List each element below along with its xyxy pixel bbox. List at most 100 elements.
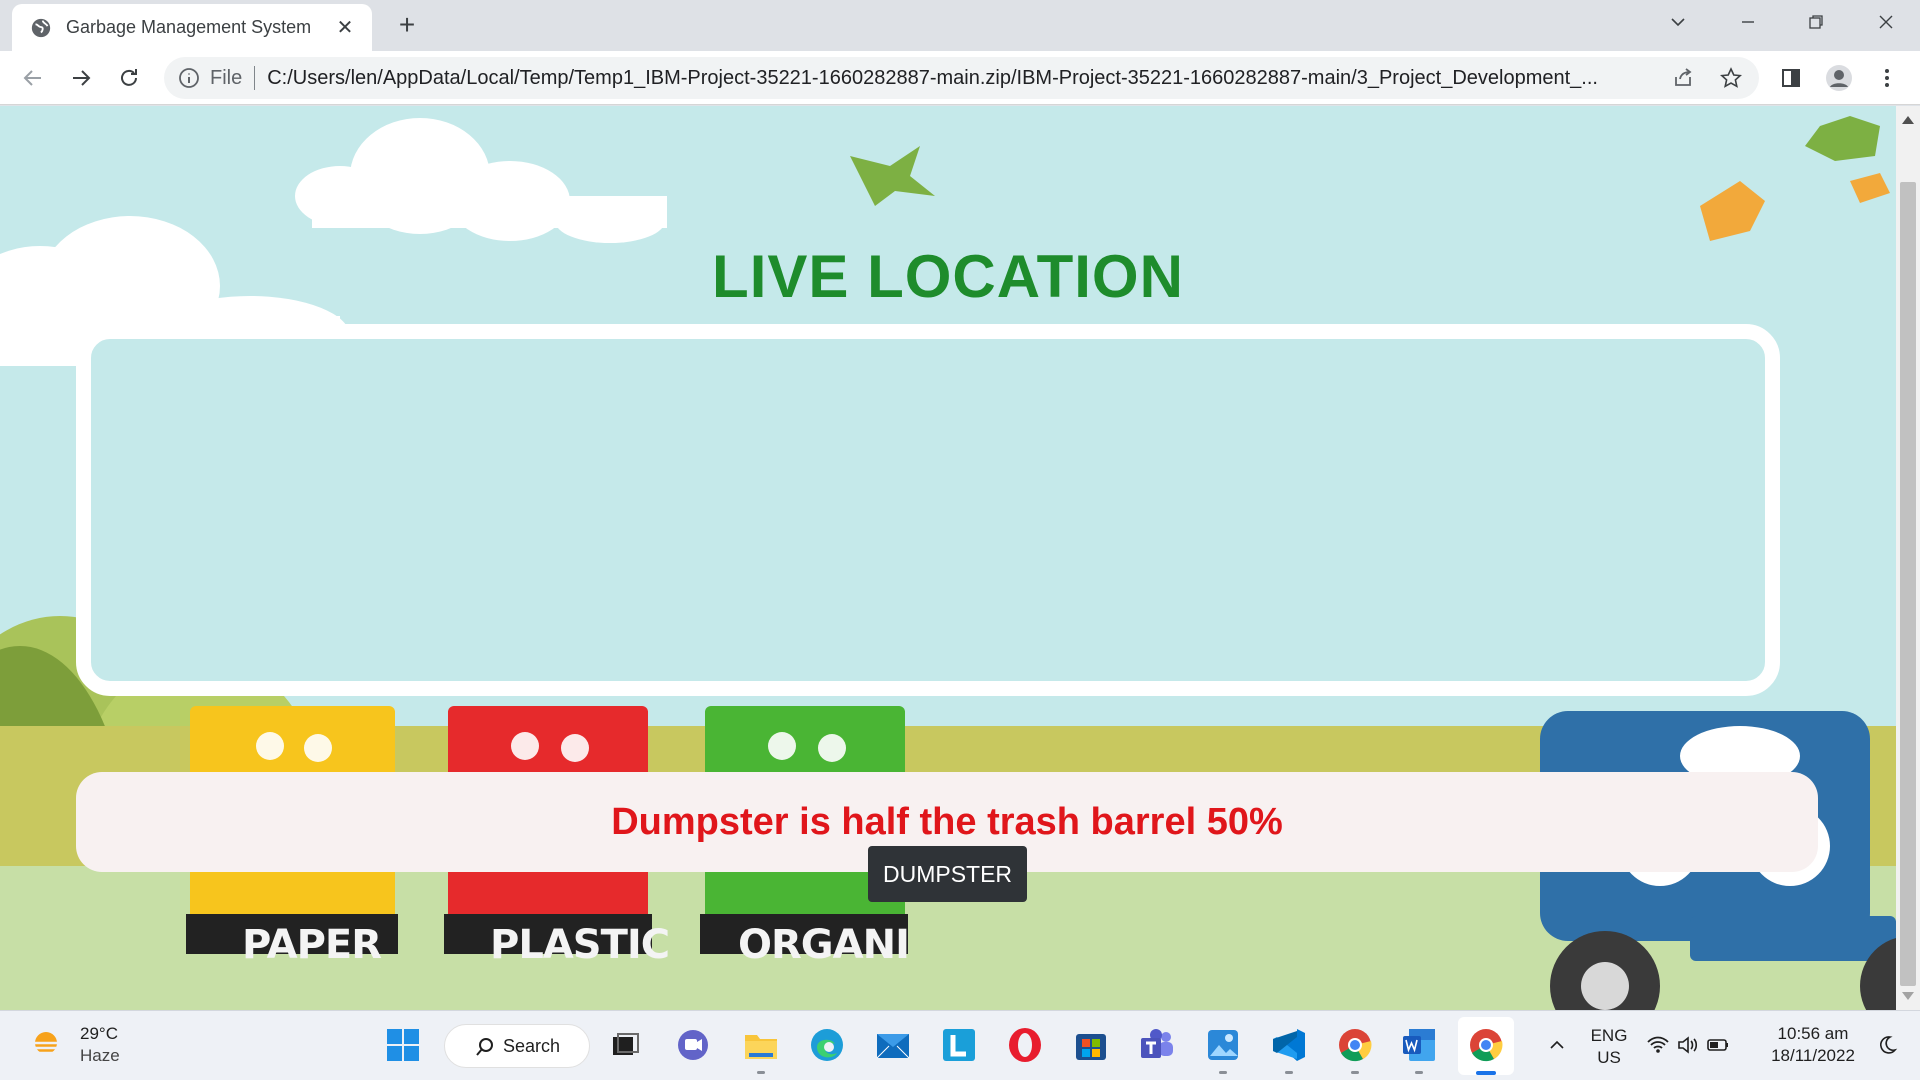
close-window-button[interactable] — [1852, 0, 1920, 44]
mail-icon — [876, 1034, 910, 1059]
minimize-button[interactable] — [1714, 0, 1782, 44]
running-indicator — [757, 1071, 765, 1074]
vscode-icon — [1273, 1029, 1305, 1061]
share-button[interactable] — [1666, 61, 1700, 95]
minimize-icon — [1742, 21, 1754, 23]
notifications-button[interactable] — [1866, 1024, 1908, 1066]
close-icon — [1879, 15, 1893, 29]
star-icon — [1720, 67, 1742, 88]
file-scheme-label: File — [210, 66, 243, 89]
running-indicator — [1285, 1071, 1293, 1074]
haze-sun-icon — [32, 1032, 60, 1055]
browser-tab[interactable]: Garbage Management System ✕ — [12, 4, 372, 51]
task-view-icon — [613, 1033, 639, 1055]
running-indicator — [1415, 1071, 1423, 1074]
tab-search-button[interactable] — [1644, 0, 1712, 44]
arrow-right-icon — [73, 70, 91, 86]
close-tab-icon[interactable]: ✕ — [332, 15, 358, 40]
region-label: US — [1597, 1048, 1621, 1067]
weather-description: Haze — [80, 1046, 120, 1065]
search-label: Search — [503, 1035, 561, 1056]
profile-button[interactable] — [1822, 61, 1856, 95]
clock-time: 10:56 am — [1777, 1024, 1849, 1043]
chat-button[interactable] — [672, 1024, 714, 1066]
show-hidden-icons-button[interactable] — [1536, 1024, 1578, 1066]
chevron-up-icon — [1550, 1040, 1564, 1049]
arrow-left-icon — [23, 70, 41, 86]
address-bar[interactable]: File C:/Users/len/AppData/Local/Temp/Tem… — [164, 57, 1759, 99]
start-button[interactable] — [382, 1024, 424, 1066]
browser-tab-strip: Garbage Management System ✕ + — [0, 0, 1920, 51]
paper-bin-label: PAPER — [242, 922, 382, 968]
menu-button[interactable] — [1870, 61, 1904, 95]
more-vert-icon — [1885, 69, 1889, 87]
store-icon — [1076, 1034, 1106, 1060]
restore-button[interactable] — [1782, 0, 1850, 44]
task-view-button[interactable] — [604, 1024, 646, 1066]
edge-button[interactable] — [806, 1024, 848, 1066]
quick-settings-button[interactable] — [1644, 1024, 1732, 1066]
store-button[interactable] — [1070, 1024, 1112, 1066]
opera-button[interactable] — [1004, 1024, 1046, 1066]
running-indicator — [1351, 1071, 1359, 1074]
clock[interactable]: 10:56 am 18/11/2022 — [1766, 1023, 1860, 1067]
chrome-active-icon — [1470, 1029, 1503, 1062]
chrome-button[interactable] — [1334, 1024, 1376, 1066]
word-button[interactable] — [1398, 1024, 1440, 1066]
active-indicator — [1476, 1071, 1496, 1075]
dumpster-tooltip: DUMPSTER — [868, 846, 1027, 902]
file-explorer-button[interactable] — [740, 1024, 782, 1066]
photos-button[interactable] — [1202, 1024, 1244, 1066]
live-location-map-frame[interactable] — [76, 324, 1780, 696]
photos-icon — [1208, 1030, 1238, 1060]
weather-widget[interactable]: 29°C Haze — [28, 1023, 120, 1067]
organic-bin-label: ORGANI — [738, 922, 910, 968]
l-app-icon — [943, 1029, 975, 1061]
reload-icon — [121, 69, 137, 86]
dumpster-status-text: Dumpster is half the trash barrel 50% — [611, 800, 1283, 843]
teams-button[interactable] — [1136, 1024, 1178, 1066]
battery-icon — [1707, 1039, 1728, 1051]
browser-toolbar: File C:/Users/len/AppData/Local/Temp/Tem… — [0, 51, 1920, 105]
chevron-down-icon — [1671, 18, 1685, 27]
tab-title: Garbage Management System — [66, 17, 312, 37]
forward-button[interactable] — [64, 61, 98, 95]
back-button[interactable] — [16, 61, 50, 95]
avatar-icon — [1826, 65, 1852, 91]
chrome-active-button[interactable] — [1465, 1024, 1507, 1066]
windows-taskbar: 29°C Haze Search ENG US 10:56 am 18/11/2… — [0, 1010, 1920, 1080]
moon-icon — [1880, 1036, 1898, 1054]
divider — [254, 66, 256, 90]
reload-button[interactable] — [112, 61, 146, 95]
opera-icon — [1009, 1028, 1041, 1062]
mail-button[interactable] — [872, 1024, 914, 1066]
search-icon — [476, 1038, 493, 1056]
language-label: ENG — [1590, 1026, 1628, 1045]
share-icon — [1675, 68, 1692, 86]
l-app-button[interactable] — [938, 1024, 980, 1066]
restore-icon — [1809, 15, 1823, 29]
volume-icon — [1678, 1036, 1698, 1054]
wifi-icon — [1647, 1036, 1669, 1053]
url-text[interactable]: C:/Users/len/AppData/Local/Temp/Temp1_IB… — [267, 67, 1662, 90]
scroll-down-arrow-icon[interactable] — [1902, 992, 1914, 1000]
info-icon[interactable] — [178, 67, 200, 89]
side-panel-button[interactable] — [1774, 61, 1808, 95]
page-title: LIVE LOCATION — [712, 243, 1184, 310]
chrome-icon — [1339, 1029, 1372, 1062]
scrollbar-thumb[interactable] — [1900, 182, 1916, 986]
folder-icon — [745, 1035, 777, 1059]
side-panel-icon — [1782, 69, 1800, 87]
edge-icon — [811, 1029, 843, 1061]
running-indicator — [1219, 1071, 1227, 1074]
language-indicator[interactable]: ENG US — [1586, 1025, 1632, 1069]
page-scrollbar[interactable] — [1896, 106, 1920, 1010]
bookmark-button[interactable] — [1714, 61, 1748, 95]
chat-icon — [678, 1030, 708, 1060]
taskbar-search[interactable]: Search — [444, 1024, 590, 1068]
weather-temperature: 29°C — [80, 1024, 118, 1043]
scroll-up-arrow-icon[interactable] — [1902, 116, 1914, 124]
globe-icon — [31, 18, 51, 37]
new-tab-button[interactable]: + — [390, 8, 424, 42]
vscode-button[interactable] — [1268, 1024, 1310, 1066]
